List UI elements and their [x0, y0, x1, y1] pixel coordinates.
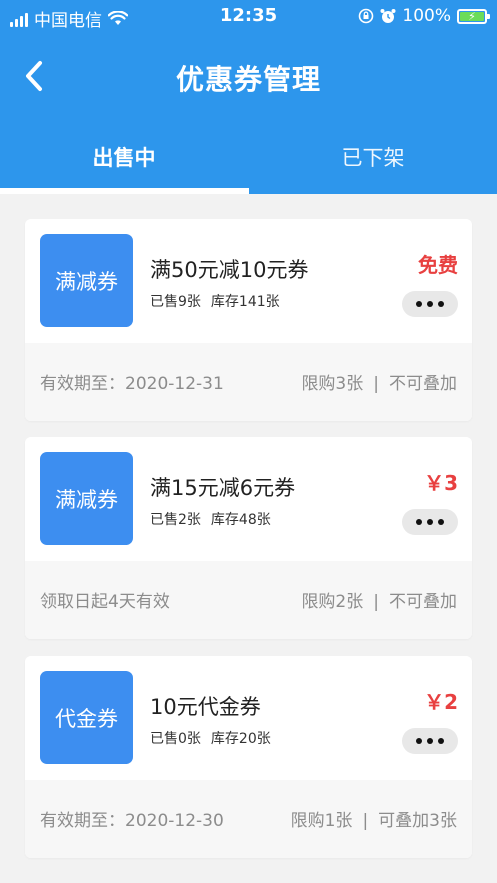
coupon-sold: 已售2张 — [150, 512, 201, 528]
separator: | — [362, 811, 369, 831]
coupon-card-main: 满减券 满15元减6元券 已售2张 库存48张 ￥3 — [25, 437, 472, 561]
more-button[interactable] — [402, 728, 458, 754]
coupon-stock: 库存48张 — [210, 512, 271, 528]
coupon-price: ￥2 — [424, 690, 458, 714]
more-icon — [416, 301, 422, 307]
coupon-validity: 领取日起4天有效 — [40, 592, 170, 612]
coupon-stacking: 可叠加3张 — [378, 811, 457, 831]
coupon-list: 满减券 满50元减10元券 已售9张 库存141张 免费 有效期至：2020-1… — [8, 194, 489, 883]
coupon-card-footer: 有效期至：2020-12-31 限购3张 | 不可叠加 — [25, 343, 472, 421]
coupon-price: ￥3 — [424, 471, 458, 495]
coupon-card[interactable]: 满减券 满50元减10元券 已售9张 库存141张 免费 有效期至：2020-1… — [25, 219, 472, 421]
coupon-card-main: 满减券 满50元减10元券 已售9张 库存141张 免费 — [25, 219, 472, 343]
tab-bar: 出售中 已下架 — [0, 120, 497, 194]
more-button[interactable] — [402, 291, 458, 317]
coupon-type-badge: 满减券 — [40, 452, 133, 545]
app-header: 中国电信 12:35 100% ⚡ 优惠券管理 出售中 已下架 — [0, 0, 497, 194]
coupon-price: 免费 — [418, 253, 458, 277]
coupon-stats: 已售2张 库存48张 — [150, 509, 271, 529]
coupon-limit: 限购1张 — [290, 811, 353, 831]
coupon-limits: 限购1张 | 可叠加3张 — [291, 806, 457, 831]
coupon-stock: 库存141张 — [210, 294, 280, 310]
coupon-stats: 已售0张 库存20张 — [150, 728, 271, 748]
battery-charging-icon: ⚡ — [457, 8, 490, 24]
coupon-stacking: 不可叠加 — [389, 592, 457, 612]
coupon-limits: 限购2张 | 不可叠加 — [301, 587, 457, 612]
coupon-title: 满50元减10元券 — [150, 258, 309, 282]
page-title: 优惠券管理 — [175, 63, 321, 96]
more-icon — [416, 738, 422, 744]
coupon-card-footer: 有效期至：2020-12-30 限购1张 | 可叠加3张 — [25, 780, 472, 858]
coupon-limit: 限购2张 — [301, 592, 364, 612]
lock-rotation-icon — [359, 8, 374, 24]
coupon-limit: 限购3张 — [301, 374, 364, 394]
tab-off-shelf[interactable]: 已下架 — [249, 120, 497, 194]
coupon-title: 10元代金券 — [150, 695, 261, 719]
tab-on-sale[interactable]: 出售中 — [0, 120, 248, 194]
alarm-icon — [380, 9, 396, 23]
coupon-sold: 已售9张 — [150, 294, 201, 310]
more-icon — [416, 519, 422, 525]
battery-percent: 100% — [402, 6, 451, 26]
status-bar: 中国电信 12:35 100% ⚡ — [0, 0, 497, 34]
coupon-sold: 已售0张 — [150, 731, 201, 747]
coupon-type-badge: 代金券 — [40, 671, 133, 764]
coupon-stock: 库存20张 — [210, 731, 271, 747]
coupon-stacking: 不可叠加 — [389, 374, 457, 394]
separator: | — [373, 374, 379, 394]
coupon-validity: 有效期至：2020-12-31 — [40, 374, 224, 394]
more-button[interactable] — [402, 509, 458, 535]
navigation-bar: 优惠券管理 — [0, 34, 497, 120]
coupon-card[interactable]: 代金券 10元代金券 已售0张 库存20张 ￥2 有效期至：2020-12-30… — [25, 656, 472, 858]
coupon-type-badge: 满减券 — [40, 234, 133, 327]
coupon-card[interactable]: 满减券 满15元减6元券 已售2张 库存48张 ￥3 领取日起4天有效 限购2张… — [25, 437, 472, 639]
coupon-limits: 限购3张 | 不可叠加 — [301, 369, 457, 394]
coupon-card-footer: 领取日起4天有效 限购2张 | 不可叠加 — [25, 561, 472, 639]
status-right: 100% ⚡ — [358, 6, 490, 26]
coupon-title: 满15元减6元券 — [150, 476, 296, 500]
coupon-card-main: 代金券 10元代金券 已售0张 库存20张 ￥2 — [25, 656, 472, 780]
separator: | — [373, 592, 379, 612]
coupon-validity: 有效期至：2020-12-30 — [40, 811, 224, 831]
coupon-stats: 已售9张 库存141张 — [150, 291, 280, 311]
